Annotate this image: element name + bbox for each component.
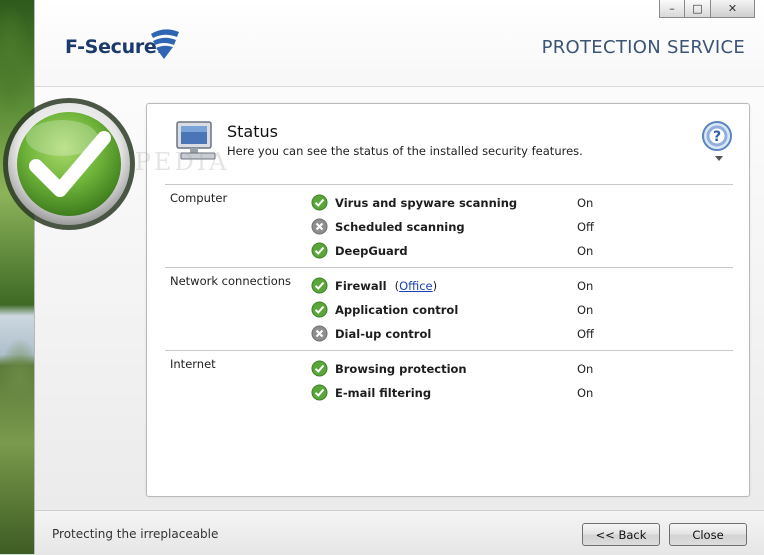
feature-dialup-control: Dial-up control Off: [311, 325, 731, 343]
feature-name-text: Firewall: [335, 279, 387, 293]
feature-name: DeepGuard: [335, 244, 408, 258]
feature-email-filtering: E-mail filtering On: [311, 384, 731, 402]
app-window: F-Secure. PROTECTION SERVICE – □ ✕ Statu…: [34, 0, 764, 555]
minimize-button[interactable]: –: [659, 0, 685, 18]
feature-state: On: [577, 386, 594, 400]
feature-name: Virus and spyware scanning: [335, 196, 518, 210]
help-dropdown-icon[interactable]: [715, 156, 723, 161]
check-icon: [311, 360, 328, 377]
feature-scheduled-scanning: Scheduled scanning Off: [311, 218, 731, 236]
feature-state: On: [577, 362, 594, 376]
back-button[interactable]: << Back: [582, 523, 660, 546]
section-label: Network connections: [170, 274, 292, 288]
check-icon: [311, 277, 328, 294]
protection-status-check-icon: [3, 98, 135, 230]
feature-browsing-protection: Browsing protection On: [311, 360, 731, 378]
footer: Protecting the irreplaceable << Back Clo…: [35, 510, 764, 555]
header: F-Secure. PROTECTION SERVICE – □ ✕: [35, 0, 764, 87]
feature-name: Dial-up control: [335, 327, 432, 341]
check-icon: [311, 301, 328, 318]
help-icon[interactable]: ?: [701, 120, 733, 152]
feature-name: Application control: [335, 303, 459, 317]
svg-text:?: ?: [713, 129, 721, 145]
window-controls: – □ ✕: [659, 0, 755, 20]
feature-virus-scanning: Virus and spyware scanning On: [311, 194, 731, 212]
feature-name: Scheduled scanning: [335, 220, 465, 234]
section-label: Internet: [170, 357, 216, 371]
cross-icon: [311, 325, 328, 342]
status-panel: Status Here you can see the status of th…: [146, 103, 750, 497]
feature-state: On: [577, 244, 594, 258]
firewall-profile-link[interactable]: Office: [399, 279, 433, 293]
feature-state: Off: [577, 327, 594, 341]
check-icon: [311, 242, 328, 259]
page-subtitle: Here you can see the status of the insta…: [227, 144, 583, 158]
tagline: Protecting the irreplaceable: [52, 527, 219, 541]
cross-icon: [311, 218, 328, 235]
feature-name: Firewall (Office): [335, 279, 437, 293]
f-secure-logo-icon: [151, 29, 179, 59]
check-icon: [311, 194, 328, 211]
check-icon: [311, 384, 328, 401]
paren-close: ): [432, 279, 438, 293]
feature-application-control: Application control On: [311, 301, 731, 319]
feature-name: Browsing protection: [335, 362, 467, 376]
close-button[interactable]: Close: [669, 523, 747, 546]
feature-state: Off: [577, 220, 594, 234]
feature-state: On: [577, 196, 594, 210]
feature-deepguard: DeepGuard On: [311, 242, 731, 260]
feature-name: E-mail filtering: [335, 386, 432, 400]
feature-state: On: [577, 303, 594, 317]
maximize-button[interactable]: □: [685, 0, 711, 18]
feature-state: On: [577, 279, 594, 293]
feature-firewall: Firewall (Office) On: [311, 277, 731, 295]
service-title: PROTECTION SERVICE: [541, 37, 745, 58]
close-window-button[interactable]: ✕: [711, 0, 755, 18]
page-title: Status: [227, 122, 278, 141]
section-label: Computer: [170, 191, 228, 205]
